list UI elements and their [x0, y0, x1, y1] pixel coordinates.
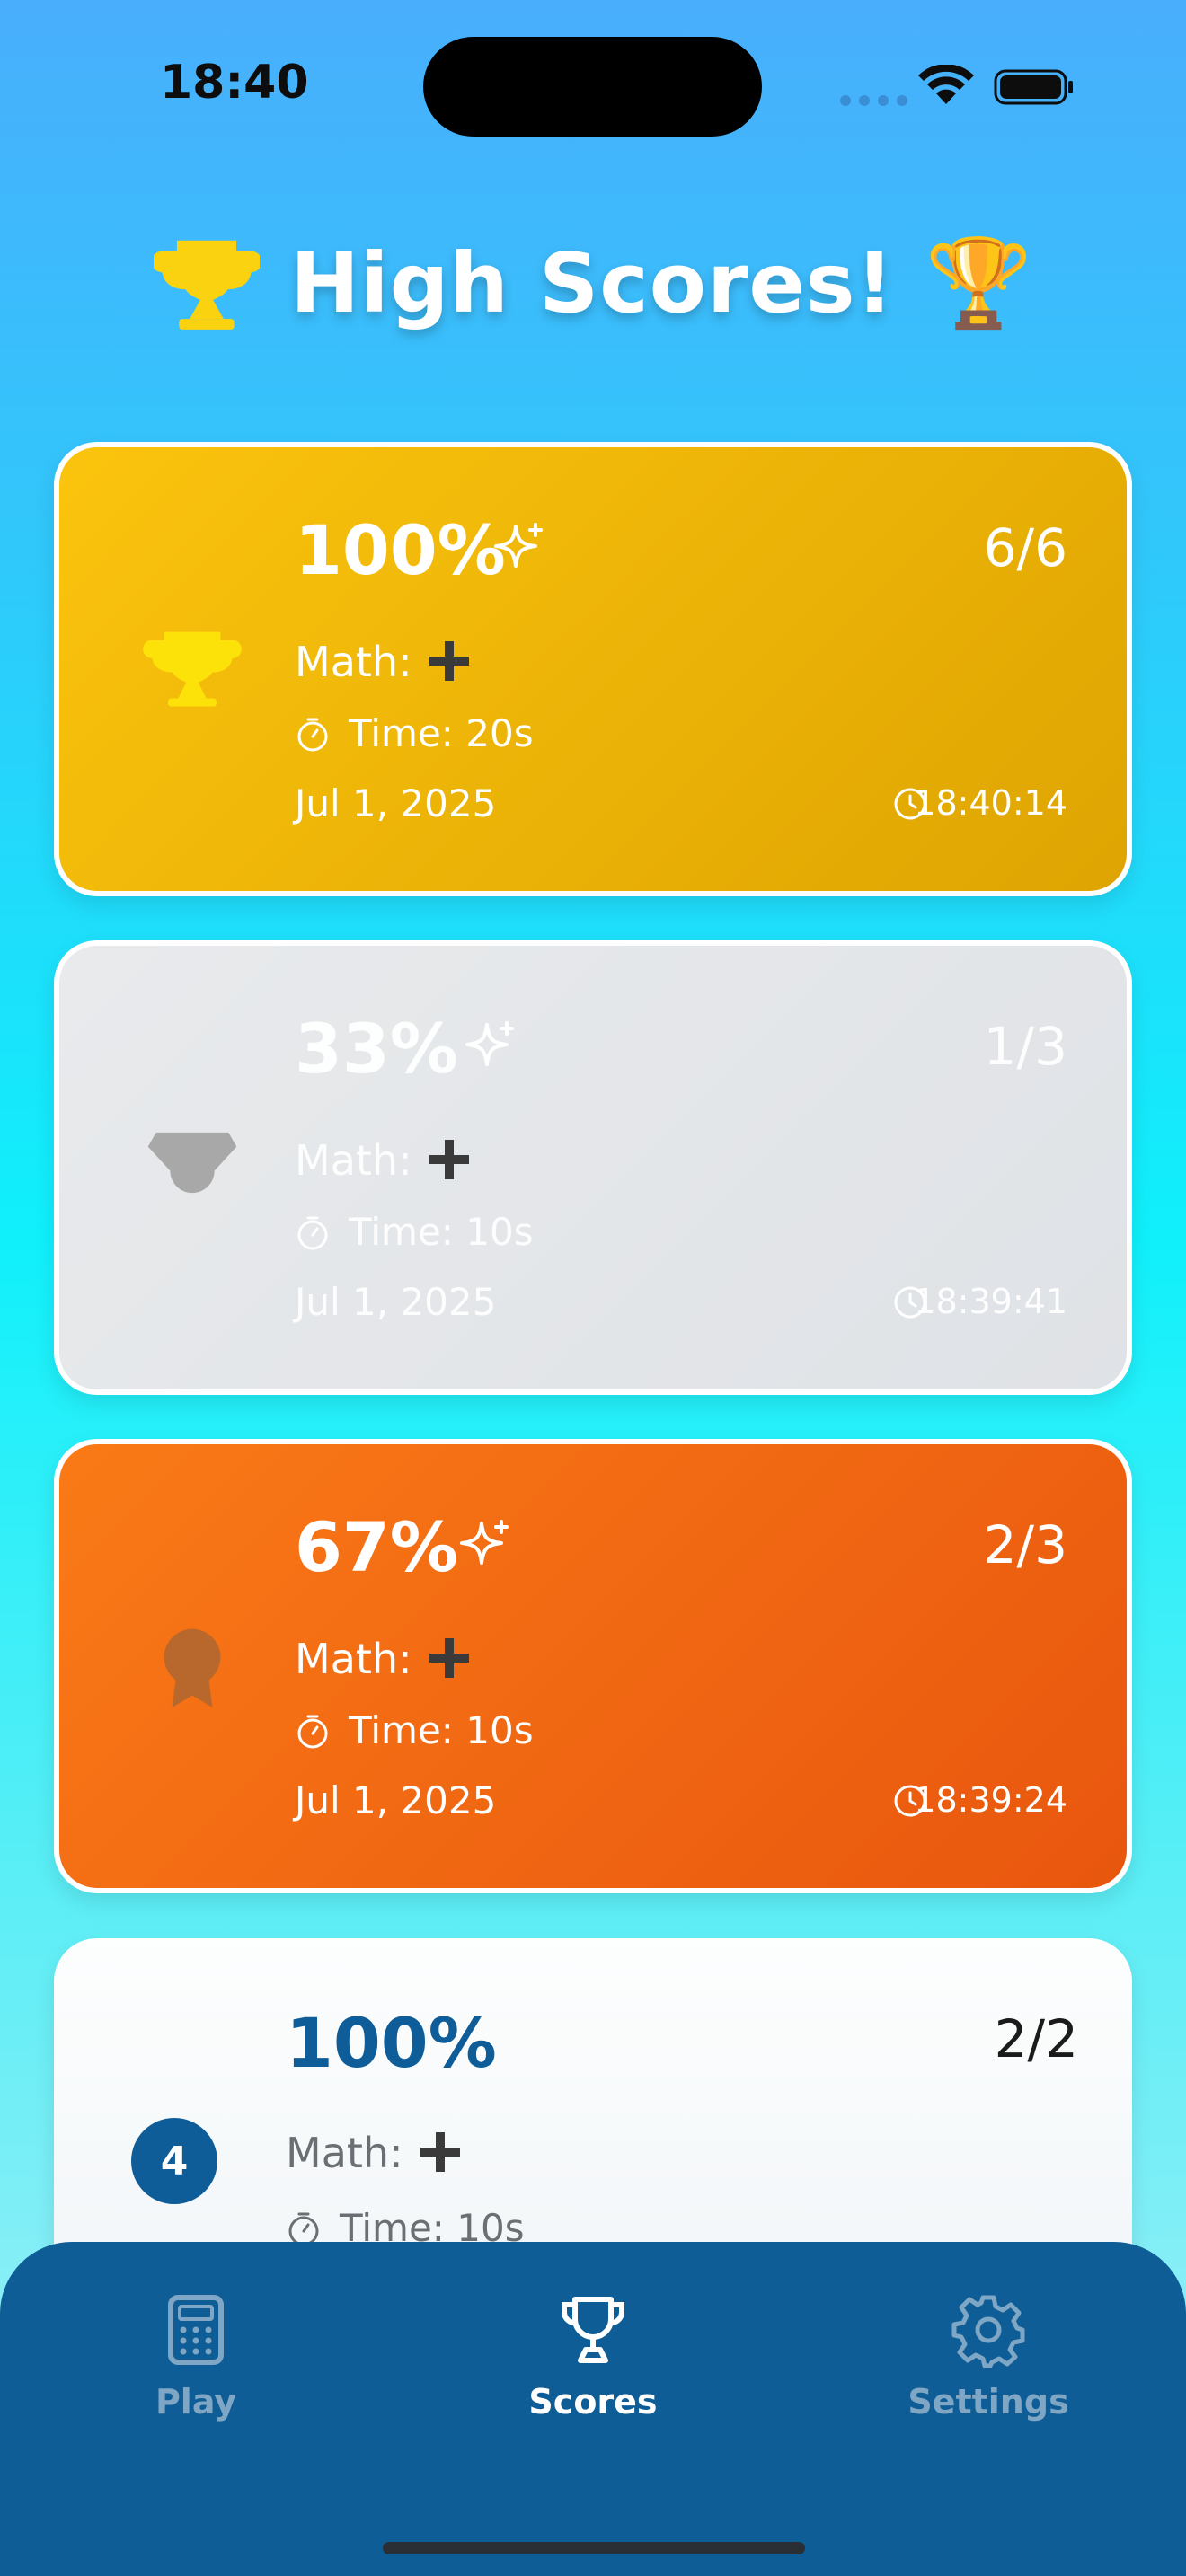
timer-icon: [297, 1216, 328, 1250]
page-title: High Scores!: [290, 234, 895, 331]
plus-icon: [420, 2132, 460, 2172]
time-taken: Time: 10s: [349, 1708, 534, 1752]
score-clock: 18:39:41: [914, 1282, 1067, 1321]
math-label: Math:: [286, 2129, 403, 2177]
tab-play[interactable]: Play: [61, 2292, 331, 2422]
home-indicator[interactable]: [383, 2542, 805, 2554]
tab-scores[interactable]: Scores: [458, 2292, 728, 2422]
dynamic-island: [423, 37, 762, 137]
bronze-medal-icon: [164, 1628, 221, 1708]
score-card-1[interactable]: 100% 6/6 Math: Time: 20s Jul 1, 2025 18:…: [54, 442, 1132, 896]
page-header: High Scores! 🏆: [0, 225, 1186, 341]
plus-icon: [429, 1140, 469, 1179]
rank-badge: 4: [131, 2118, 217, 2204]
battery-icon: [994, 69, 1073, 105]
plus-icon: [429, 1638, 469, 1678]
math-label: Math:: [295, 1136, 412, 1185]
gold-trophy-icon: [143, 631, 242, 707]
tab-bar: Play Scores Settings: [0, 2242, 1186, 2576]
tab-label: Play: [155, 2382, 237, 2422]
score-date: Jul 1, 2025: [295, 1778, 497, 1822]
cellular-signal-icon: [840, 95, 907, 106]
score-percent: 33%: [295, 1009, 458, 1089]
score-date: Jul 1, 2025: [295, 781, 497, 825]
tab-settings[interactable]: Settings: [854, 2292, 1123, 2422]
trophy-emoji: 🏆: [925, 233, 1032, 333]
calculator-icon: [168, 2295, 224, 2365]
score-fraction: 2/2: [994, 2008, 1078, 2069]
timer-icon: [297, 1715, 328, 1749]
score-card-3[interactable]: 67% 2/3 Math: Time: 10s Jul 1, 2025 18:3…: [54, 1439, 1132, 1893]
score-clock: 18:40:14: [914, 783, 1067, 823]
score-card-2[interactable]: 33% 1/3 Math: Time: 10s Jul 1, 2025 18:3…: [54, 940, 1132, 1395]
tab-label: Scores: [528, 2382, 658, 2422]
trophy-icon: [561, 2297, 625, 2363]
sparkle-icon: [494, 523, 543, 568]
score-percent: 100%: [286, 2003, 497, 2083]
status-time: 18:40: [160, 56, 309, 110]
math-label: Math:: [295, 1635, 412, 1683]
math-label: Math:: [295, 638, 412, 686]
tab-label: Settings: [907, 2382, 1069, 2422]
score-percent: 100%: [295, 510, 506, 590]
plus-icon: [429, 641, 469, 681]
timer-icon: [297, 718, 328, 752]
gear-icon: [951, 2295, 1025, 2368]
silver-trophy-icon: [147, 1132, 237, 1194]
score-fraction: 6/6: [983, 517, 1067, 578]
score-date: Jul 1, 2025: [295, 1280, 497, 1324]
score-clock: 18:39:24: [914, 1780, 1067, 1820]
time-taken: Time: 20s: [349, 711, 534, 755]
score-fraction: 1/3: [983, 1016, 1067, 1077]
score-percent: 67%: [295, 1507, 458, 1587]
score-fraction: 2/3: [983, 1514, 1067, 1575]
time-taken: Time: 10s: [349, 1210, 534, 1254]
trophy-icon: [154, 240, 261, 330]
wifi-icon: [918, 65, 974, 104]
sparkle-icon: [460, 1520, 509, 1565]
sparkle-icon: [465, 1021, 514, 1066]
